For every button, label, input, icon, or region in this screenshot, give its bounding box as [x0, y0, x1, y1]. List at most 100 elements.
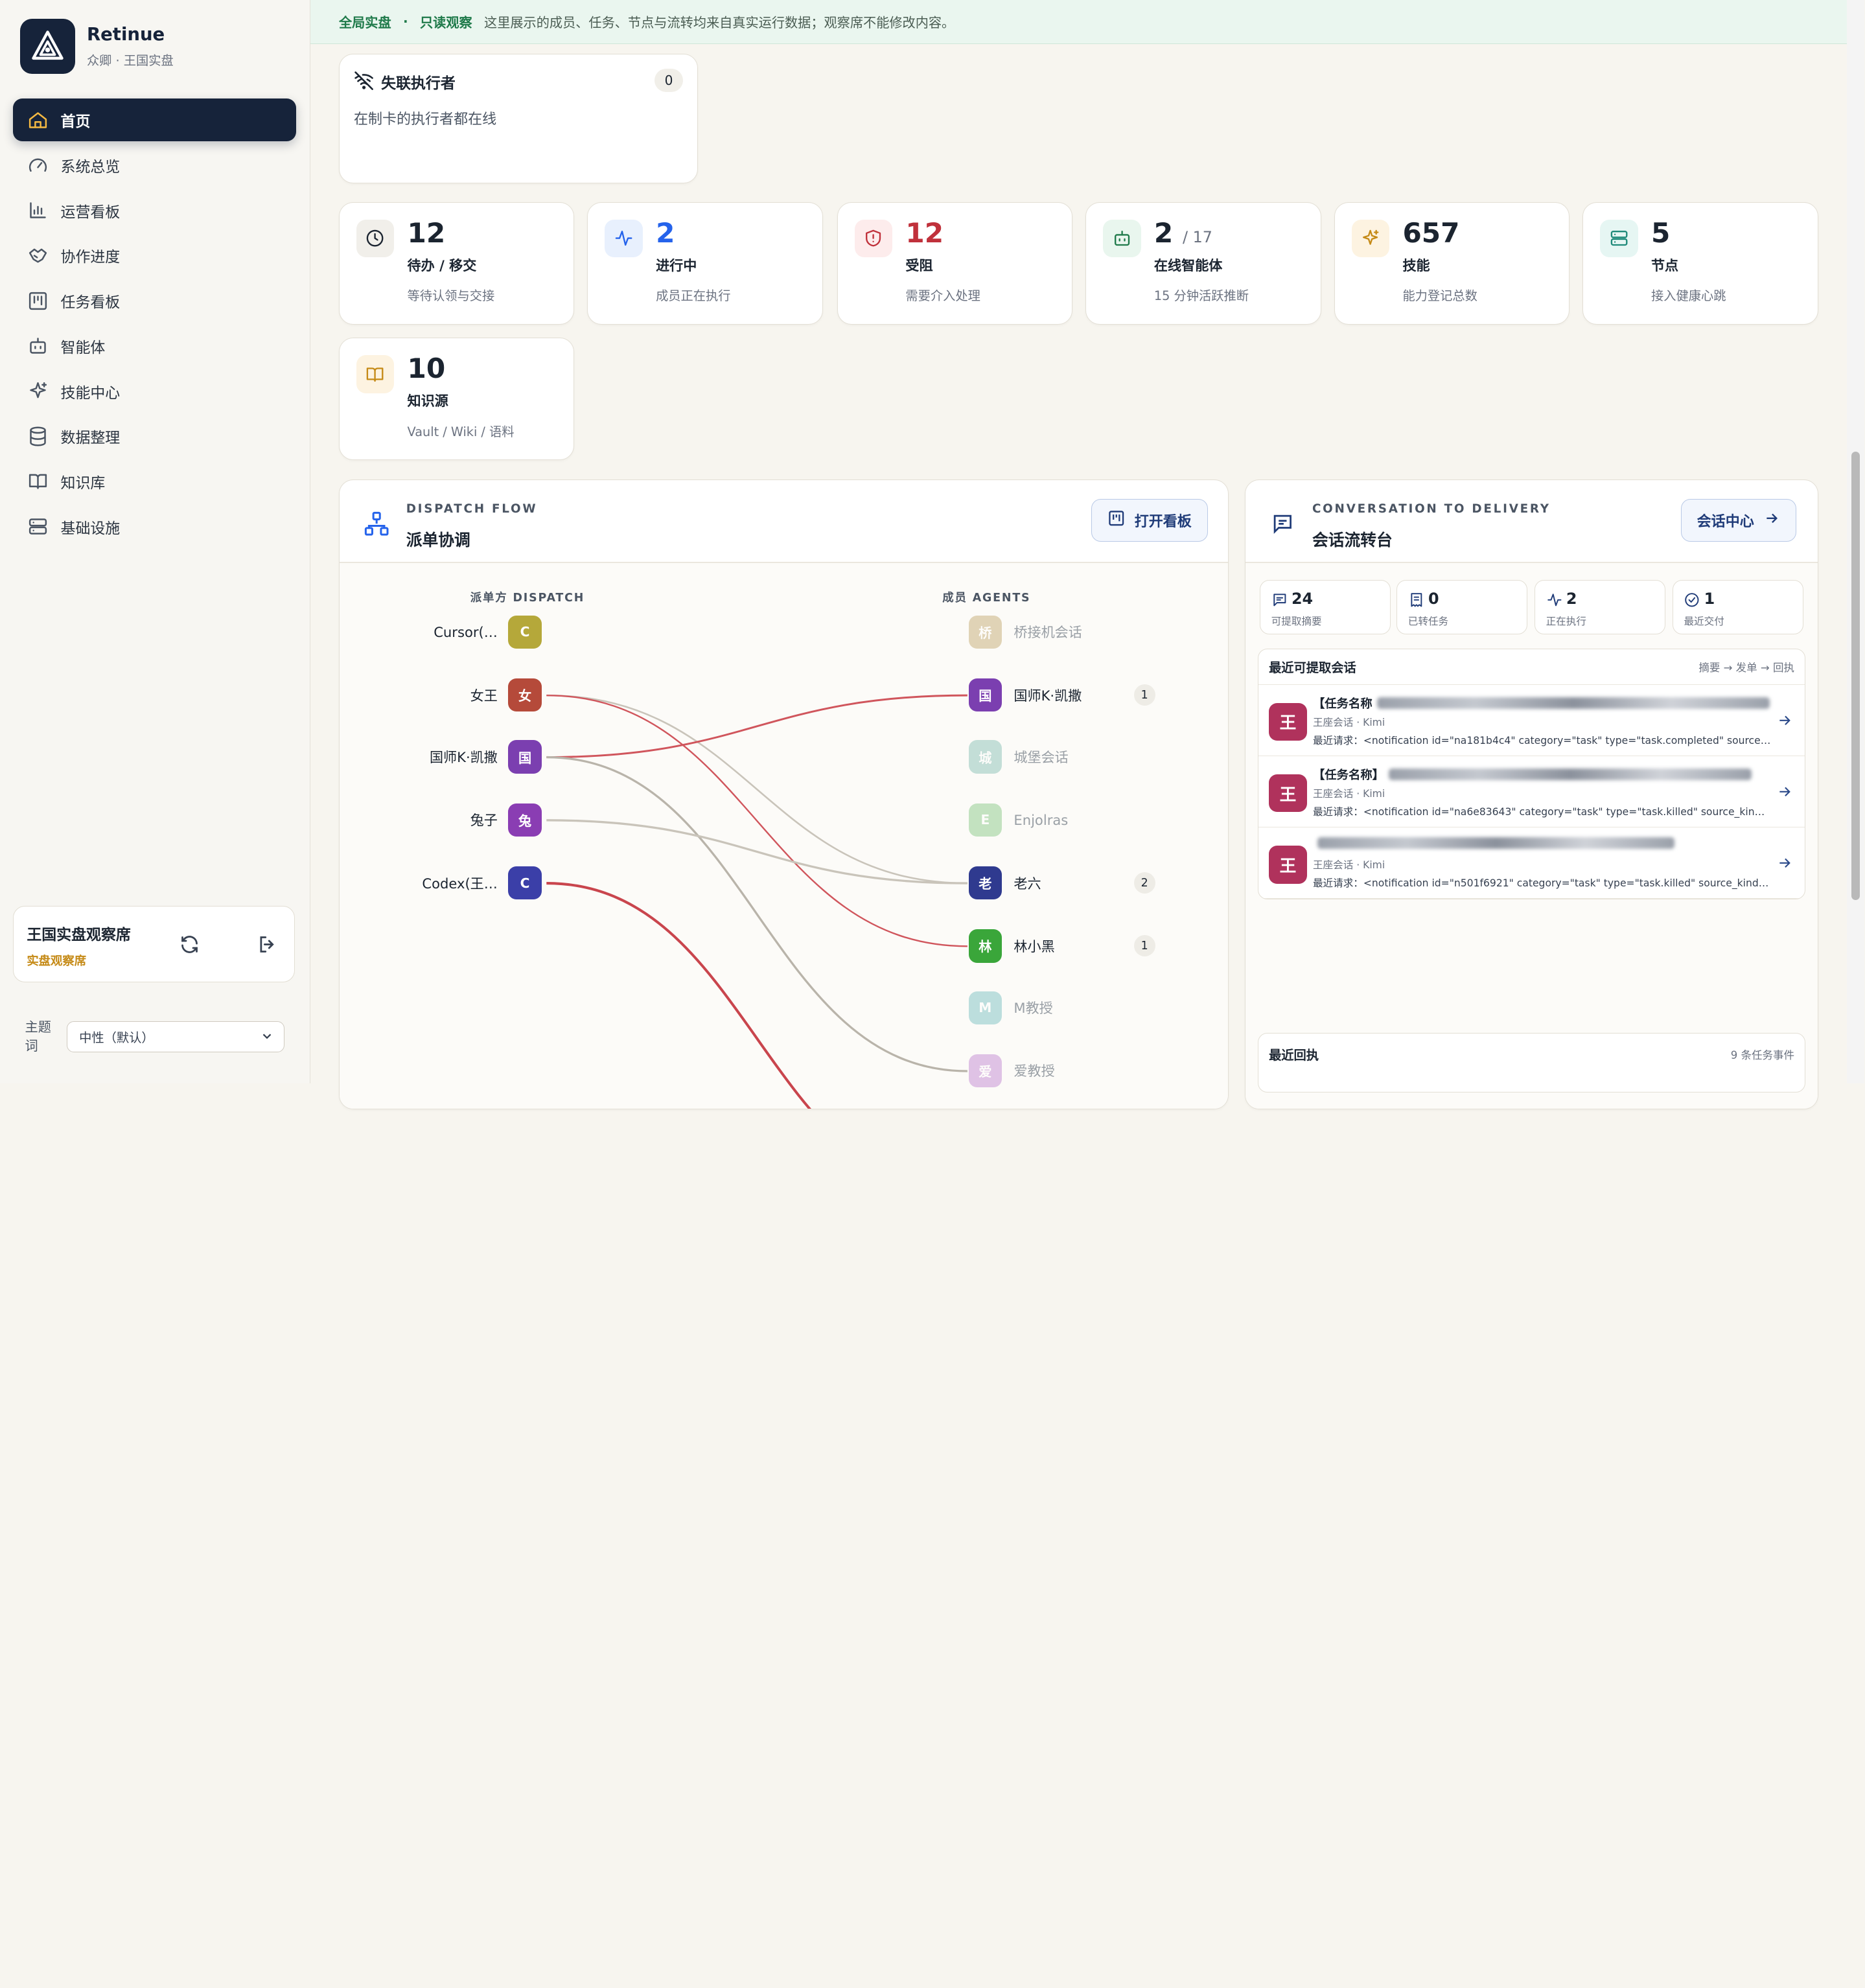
agent-name: 国师K·凯撒: [1014, 687, 1082, 704]
stat-value: 657: [1402, 216, 1460, 249]
brand-subtitle: 众卿 · 王国实盘: [86, 53, 174, 69]
refresh-icon[interactable]: [176, 930, 204, 959]
stat-subtitle: 成员正在执行: [656, 288, 731, 304]
lost-executors-title: 失联执行者: [381, 75, 456, 93]
conversation-source: 王座会话 · Kimi: [1312, 716, 1385, 728]
clock-icon: [356, 219, 395, 258]
theme-select[interactable]: 中性（默认）: [66, 1021, 284, 1052]
stat-label: 待办 / 移交: [407, 257, 477, 273]
extractable-flow: 摘要 → 发单 → 回执: [1698, 662, 1794, 675]
server-icon: [1600, 219, 1638, 258]
stat-card[interactable]: 12 待办 / 移交 等待认领与交接: [338, 202, 575, 325]
message-icon: [1271, 591, 1288, 613]
sidebar-item-label: 协作进度: [60, 249, 121, 266]
stat-card[interactable]: 2 / 17 在线智能体 15 分钟活跃推断: [1085, 202, 1321, 325]
stat-value: 2: [656, 216, 675, 249]
stat-label: 进行中: [656, 257, 697, 273]
agent-node[interactable]: E Enjolras: [968, 803, 1068, 837]
arrow-right-icon[interactable]: [1776, 854, 1793, 876]
receipts-title: 最近回执: [1269, 1048, 1319, 1063]
sidebar-item-label: 基础设施: [60, 520, 121, 537]
dispatcher-avatar: 国: [508, 740, 542, 774]
conversation-item[interactable]: 王 【任务名称 王座会话 · Kimi 最近请求：<notification i…: [1258, 685, 1805, 757]
agent-node[interactable]: M M教授: [968, 991, 1053, 1024]
sparkles-icon: [1351, 219, 1390, 258]
sidebar: Retinue 众卿 · 王国实盘 首页系统总览 运营看板协作进度任务看板智能体技…: [0, 0, 310, 1083]
page-scrollbar[interactable]: [1846, 0, 1865, 1083]
conversation-title: 会话流转台: [1312, 530, 1393, 549]
conversation-metric[interactable]: 24 可提取摘要: [1260, 579, 1391, 635]
metric-label: 最近交付: [1684, 616, 1724, 627]
dispatcher-node[interactable]: 女王女: [470, 678, 542, 712]
metric-value: 24: [1291, 590, 1314, 608]
dispatcher-node[interactable]: 兔子兔: [470, 803, 542, 837]
dispatcher-node[interactable]: Cursor(… C: [434, 615, 542, 649]
sidebar-item-kanban[interactable]: 任务看板: [13, 279, 296, 322]
agent-node[interactable]: 老老六: [968, 866, 1041, 900]
conversation-metric[interactable]: 1 最近交付: [1672, 579, 1803, 635]
sidebar-item-bot[interactable]: 智能体: [13, 325, 296, 367]
agent-node[interactable]: 爱爱教授: [968, 1054, 1055, 1088]
stat-card[interactable]: 2 进行中 成员正在执行: [587, 202, 823, 325]
conversation-metric[interactable]: 0 已转任务: [1396, 579, 1528, 635]
sidebar-item-bar-chart[interactable]: 运营看板: [13, 189, 296, 232]
sidebar-item-sparkles[interactable]: 技能中心: [13, 370, 296, 413]
agent-avatar: 城: [968, 740, 1002, 774]
scrollbar-thumb[interactable]: [1851, 452, 1860, 901]
retinue-logo-icon: [20, 19, 75, 74]
agent-node[interactable]: 城城堡会话: [968, 740, 1069, 774]
stat-value: 2 / 17: [1153, 216, 1212, 249]
conversation-source: 王座会话 · Kimi: [1312, 788, 1385, 800]
conversation-title: 【任务名称: [1313, 695, 1770, 711]
sidebar-item-server[interactable]: 基础设施: [13, 505, 296, 548]
stat-subtitle: 等待认领与交接: [407, 288, 495, 304]
logout-icon[interactable]: [253, 930, 281, 959]
bot-icon: [27, 335, 49, 356]
dispatcher-name: Codex(王…: [422, 875, 498, 892]
conversation-center-button[interactable]: 会话中心: [1680, 498, 1796, 542]
database-icon: [27, 426, 49, 447]
stat-card[interactable]: 5 节点 接入健康心跳: [1582, 202, 1818, 325]
lost-executors-count: 0: [654, 68, 684, 93]
dispatch-flow-line: [546, 694, 967, 884]
agent-avatar: 爱: [968, 1054, 1002, 1088]
sidebar-item-label: 智能体: [60, 339, 106, 356]
arrow-right-icon: [1763, 510, 1780, 531]
dispatcher-name: 女王: [470, 687, 498, 704]
sidebar-item-label: 首页: [60, 113, 91, 131]
sidebar-item-home[interactable]: 首页: [13, 98, 296, 142]
brand[interactable]: Retinue 众卿 · 王国实盘: [20, 19, 174, 74]
sidebar-item-book[interactable]: 知识库: [13, 460, 296, 503]
agent-name: 爱教授: [1014, 1063, 1055, 1080]
stat-card[interactable]: 12 受阻 需要介入处理: [837, 202, 1073, 325]
conversation-item[interactable]: 王 王座会话 · Kimi 最近请求：<notification id="n50…: [1258, 827, 1805, 899]
conversation-center-label: 会话中心: [1697, 513, 1754, 530]
dispatcher-avatar: 兔: [508, 803, 542, 837]
arrow-right-icon[interactable]: [1776, 711, 1793, 733]
dispatcher-node[interactable]: Codex(王… C: [422, 866, 542, 900]
redacted-text: [1377, 697, 1770, 709]
stat-label: 节点: [1651, 257, 1679, 273]
metric-value: 1: [1704, 590, 1715, 608]
sidebar-item-gauge[interactable]: 系统总览: [13, 144, 296, 187]
conversation-item[interactable]: 王 【任务名称】 王座会话 · Kimi 最近请求：<notification …: [1258, 756, 1805, 828]
dispatch-flow-line: [546, 818, 967, 884]
agent-task-count: 1: [1133, 684, 1155, 706]
stat-card[interactable]: 10 知识源 Vault / Wiki / 语料: [338, 338, 575, 461]
sidebar-item-database[interactable]: 数据整理: [13, 415, 296, 457]
stat-value: 5: [1651, 216, 1671, 249]
dispatcher-avatar: 女: [508, 678, 542, 712]
stat-card[interactable]: 657 技能 能力登记总数: [1334, 202, 1570, 325]
sidebar-item-handshake[interactable]: 协作进度: [13, 234, 296, 277]
agent-node[interactable]: 桥桥接机会话: [968, 615, 1082, 649]
conversation-request: 最近请求：<notification id="na6e83643" catego…: [1312, 805, 1771, 818]
dispatcher-node[interactable]: 国师K·凯撒国: [430, 740, 542, 774]
conversation-avatar: 王: [1269, 845, 1307, 884]
agent-node[interactable]: 林林小黑: [968, 929, 1055, 963]
arrow-right-icon[interactable]: [1776, 783, 1793, 805]
conversation-metric[interactable]: 2 正在执行: [1535, 579, 1665, 635]
lost-executors-card: 失联执行者 0 在制卡的执行者都在线: [338, 53, 699, 183]
agent-node[interactable]: 国国师K·凯撒: [968, 678, 1082, 712]
stat-value: 12: [407, 216, 446, 249]
redacted-text: [1389, 768, 1752, 781]
